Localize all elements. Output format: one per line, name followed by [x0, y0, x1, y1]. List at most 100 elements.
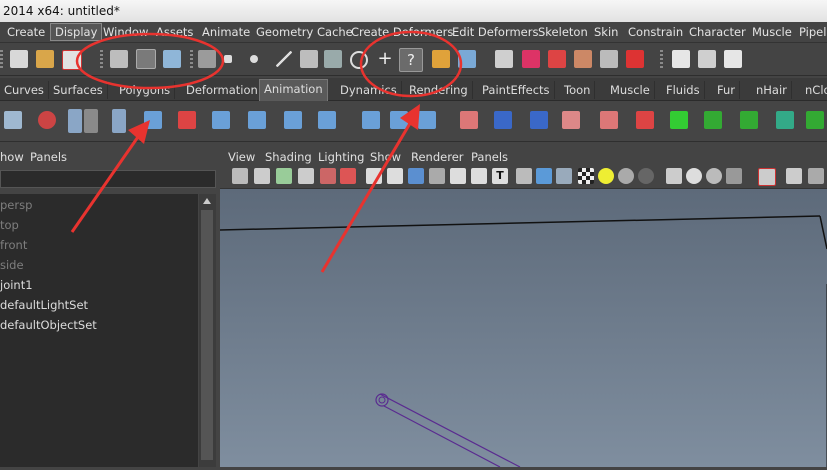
render-globals-icon[interactable] — [724, 50, 742, 68]
tab-dynamics[interactable]: Dynamics — [336, 81, 402, 99]
viewport-menu-lighting[interactable]: Lighting — [318, 150, 364, 164]
select-hierarchy-icon[interactable] — [110, 50, 128, 68]
circle-icon[interactable] — [250, 55, 258, 63]
scroll-up-icon[interactable] — [203, 198, 211, 204]
text-icon[interactable]: T — [492, 168, 508, 184]
tab-animation[interactable]: Animation — [259, 79, 328, 101]
viewport-canvas[interactable] — [219, 189, 827, 468]
snap-curve-icon[interactable] — [324, 50, 342, 68]
tab-curves[interactable]: Curves — [0, 81, 49, 99]
reroot-icon[interactable] — [318, 111, 336, 129]
orient-joint-icon[interactable] — [248, 111, 266, 129]
sphere-shaded-icon[interactable] — [618, 168, 634, 184]
menu-window[interactable]: Window — [99, 24, 152, 40]
tab-polygons[interactable]: Polygons — [115, 81, 176, 99]
plus-icon[interactable]: + — [376, 50, 394, 68]
tab-nhair[interactable]: nHair — [752, 81, 792, 99]
outliner-menu-show[interactable]: how — [0, 150, 24, 164]
mirror-joint-icon[interactable] — [212, 111, 230, 129]
safe-action-icon[interactable] — [320, 168, 336, 184]
bookmark-icon[interactable] — [254, 168, 270, 184]
ipr-icon[interactable] — [626, 50, 644, 68]
motion-blur-icon[interactable] — [706, 168, 722, 184]
wireframe-icon[interactable] — [366, 168, 382, 184]
outliner-item[interactable]: persp — [0, 196, 32, 214]
paint-brush-icon[interactable] — [636, 111, 654, 129]
ik-spline-icon[interactable] — [178, 111, 196, 129]
human-body-icon[interactable] — [112, 109, 126, 133]
human-body-icon[interactable] — [68, 109, 82, 133]
cube-wire-icon[interactable] — [516, 168, 532, 184]
outliner-item[interactable]: side — [0, 256, 24, 274]
render-settings-icon[interactable] — [600, 50, 618, 68]
lattice-icon[interactable] — [562, 111, 580, 129]
help-question-icon[interactable]: ? — [399, 48, 423, 72]
tab-rendering[interactable]: Rendering — [405, 81, 473, 99]
snap-grid-icon[interactable] — [300, 50, 318, 68]
menu-skeleton[interactable]: Skeleton — [534, 24, 592, 40]
filter-icon[interactable] — [198, 50, 216, 68]
joint-icon[interactable] — [144, 111, 162, 129]
outliner-item[interactable]: defaultObjectSet — [0, 316, 97, 334]
tab-ncloth[interactable]: nClo — [801, 81, 827, 99]
sphere-dark-icon[interactable] — [638, 168, 654, 184]
tab-muscle[interactable]: Muscle — [606, 81, 655, 99]
tab-painteffects[interactable]: PaintEffects — [478, 81, 555, 99]
menu-display[interactable]: Display — [50, 23, 103, 41]
film-gate-icon[interactable] — [276, 168, 292, 184]
camera-attributes-icon[interactable] — [232, 168, 248, 184]
cube-textured-icon[interactable] — [556, 168, 572, 184]
ambient-occlusion-icon[interactable] — [666, 168, 682, 184]
outliner-item[interactable]: defaultLightSet — [0, 296, 88, 314]
scroll-thumb[interactable] — [201, 210, 213, 460]
connect-icon[interactable] — [390, 111, 408, 129]
cube-shaded-icon[interactable] — [536, 168, 552, 184]
motion-path-icon[interactable] — [4, 111, 22, 129]
viewport-menu-show[interactable]: Show — [370, 150, 401, 164]
cube-small-icon[interactable] — [786, 168, 802, 184]
line-icon[interactable] — [276, 51, 292, 67]
bind-skin-icon[interactable] — [418, 111, 436, 129]
bend-icon[interactable] — [740, 111, 758, 129]
tab-fluids[interactable]: Fluids — [662, 81, 705, 99]
snap-point-icon[interactable] — [350, 51, 368, 69]
menu-pipeline[interactable]: Pipeline — [795, 24, 827, 40]
menu-create[interactable]: Create — [3, 24, 49, 40]
xray-icon[interactable] — [450, 168, 466, 184]
ik-handle-icon[interactable] — [38, 111, 56, 129]
square-icon[interactable] — [224, 55, 232, 63]
menu-constrain[interactable]: Constrain — [624, 24, 687, 40]
viewport-menu-shading[interactable]: Shading — [265, 150, 312, 164]
tab-surfaces[interactable]: Surfaces — [49, 81, 108, 99]
smooth-shade-icon[interactable] — [408, 168, 424, 184]
open-folder-icon[interactable] — [36, 50, 54, 68]
menu-animate[interactable]: Animate — [198, 24, 254, 40]
outliner-item[interactable]: front — [0, 236, 27, 254]
render-icon[interactable] — [574, 50, 592, 68]
flare-icon[interactable] — [806, 111, 824, 129]
menu-geometry-cache[interactable]: Geometry Cache — [252, 24, 357, 40]
outliner-scrollbar[interactable] — [199, 194, 216, 467]
viewport-menu-panels[interactable]: Panels — [471, 150, 508, 164]
grid-select-icon[interactable] — [10, 50, 28, 68]
checker-icon[interactable] — [578, 168, 594, 184]
grid-toggle-icon[interactable] — [387, 168, 403, 184]
cluster-icon[interactable] — [600, 111, 618, 129]
select-object-icon[interactable] — [136, 49, 156, 69]
menu-edit-deformers[interactable]: Edit Deformers — [448, 24, 542, 40]
menu-muscle[interactable]: Muscle — [748, 24, 796, 40]
anti-alias-icon[interactable] — [726, 168, 742, 184]
character-icon[interactable] — [84, 109, 98, 133]
render-view-icon[interactable] — [672, 50, 690, 68]
isolate-select-icon[interactable] — [758, 168, 776, 186]
bounding-box-icon[interactable] — [471, 168, 487, 184]
lock-icon[interactable] — [432, 50, 450, 68]
clapper-icon[interactable] — [698, 50, 716, 68]
locator-icon[interactable] — [704, 111, 722, 129]
locator-icon[interactable] — [670, 111, 688, 129]
menu-skin[interactable]: Skin — [590, 24, 622, 40]
viewport-menu-renderer[interactable]: Renderer — [411, 150, 464, 164]
outliner-item[interactable]: joint1 — [0, 276, 33, 294]
tab-toon[interactable]: Toon — [560, 81, 596, 99]
outliner-item[interactable]: top — [0, 216, 19, 234]
